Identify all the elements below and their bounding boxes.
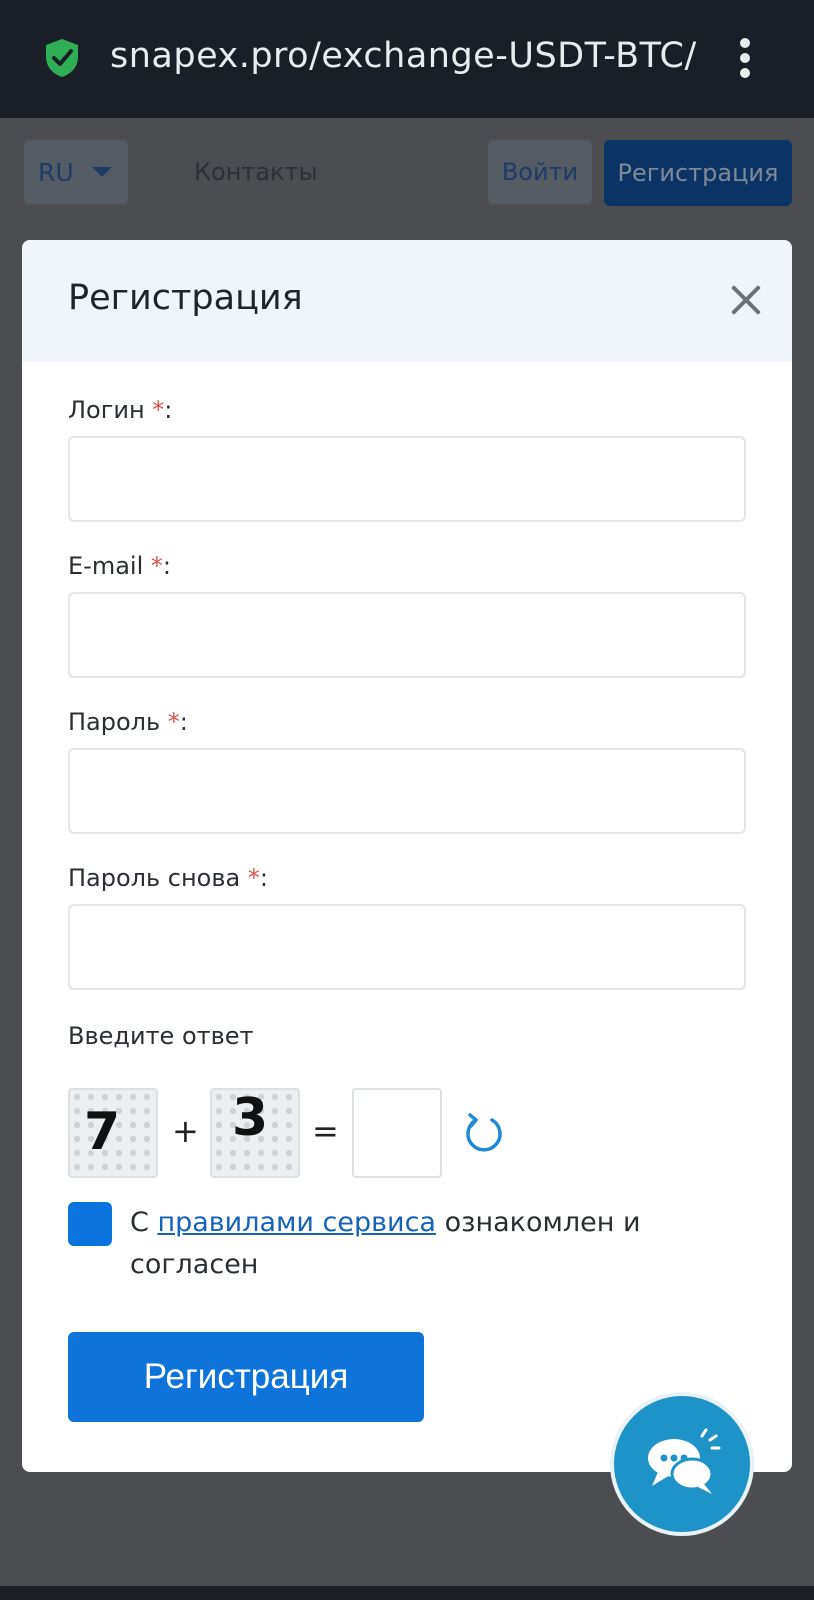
email-label: E-mail *:	[68, 552, 171, 580]
caret-down-icon	[91, 167, 112, 177]
agree-text: С правилами сервиса ознакомлен и согласе…	[130, 1207, 641, 1280]
kebab-menu-icon[interactable]	[740, 38, 752, 78]
password-repeat-label: Пароль снова *:	[68, 864, 268, 892]
chat-bubbles-icon	[648, 1428, 721, 1494]
header-register-button[interactable]: Регистрация	[604, 140, 792, 206]
captcha-answer-input[interactable]	[352, 1088, 442, 1178]
shield-check-icon	[46, 39, 78, 77]
captcha-prompt: Введите ответ	[68, 1022, 254, 1050]
site-header: RU Контакты Войти Регистрация	[0, 118, 814, 240]
captcha-digit-a: 7	[84, 1102, 121, 1162]
language-label: RU	[38, 157, 74, 187]
url-text[interactable]: snapex.pro/exchange-USDT-BTC/	[110, 36, 697, 76]
email-input[interactable]	[68, 592, 746, 678]
close-icon[interactable]	[730, 284, 762, 316]
password-input[interactable]	[68, 748, 746, 834]
required-mark: *	[167, 708, 180, 736]
password-repeat-input[interactable]	[68, 904, 746, 990]
modal-title: Регистрация	[68, 278, 303, 318]
chat-widget-button[interactable]	[610, 1392, 754, 1536]
contacts-link[interactable]: Контакты	[194, 158, 318, 186]
agree-checkbox[interactable]	[68, 1202, 112, 1246]
required-mark: *	[152, 396, 165, 424]
browser-address-bar: snapex.pro/exchange-USDT-BTC/	[0, 0, 814, 118]
login-input[interactable]	[68, 436, 746, 522]
registration-modal: Регистрация Логин *: E-mail *: Пароль *:…	[22, 240, 792, 1472]
register-submit-button[interactable]: Регистрация	[68, 1332, 424, 1422]
bottom-system-bar	[0, 1586, 814, 1600]
captcha-image-a: 7	[68, 1088, 158, 1178]
required-mark: *	[247, 864, 260, 892]
captcha-operator: +	[172, 1112, 199, 1150]
login-button[interactable]: Войти	[488, 140, 592, 204]
modal-header: Регистрация	[22, 240, 792, 362]
language-select[interactable]: RU	[24, 140, 128, 204]
captcha-image-b: 3	[210, 1088, 300, 1178]
refresh-icon[interactable]	[462, 1112, 506, 1156]
captcha-digit-b: 3	[232, 1088, 269, 1148]
terms-link[interactable]: правилами сервиса	[157, 1207, 436, 1238]
captcha-equals: =	[312, 1112, 339, 1150]
required-mark: *	[150, 552, 163, 580]
login-label: Логин *:	[68, 396, 173, 424]
password-label: Пароль *:	[68, 708, 188, 736]
